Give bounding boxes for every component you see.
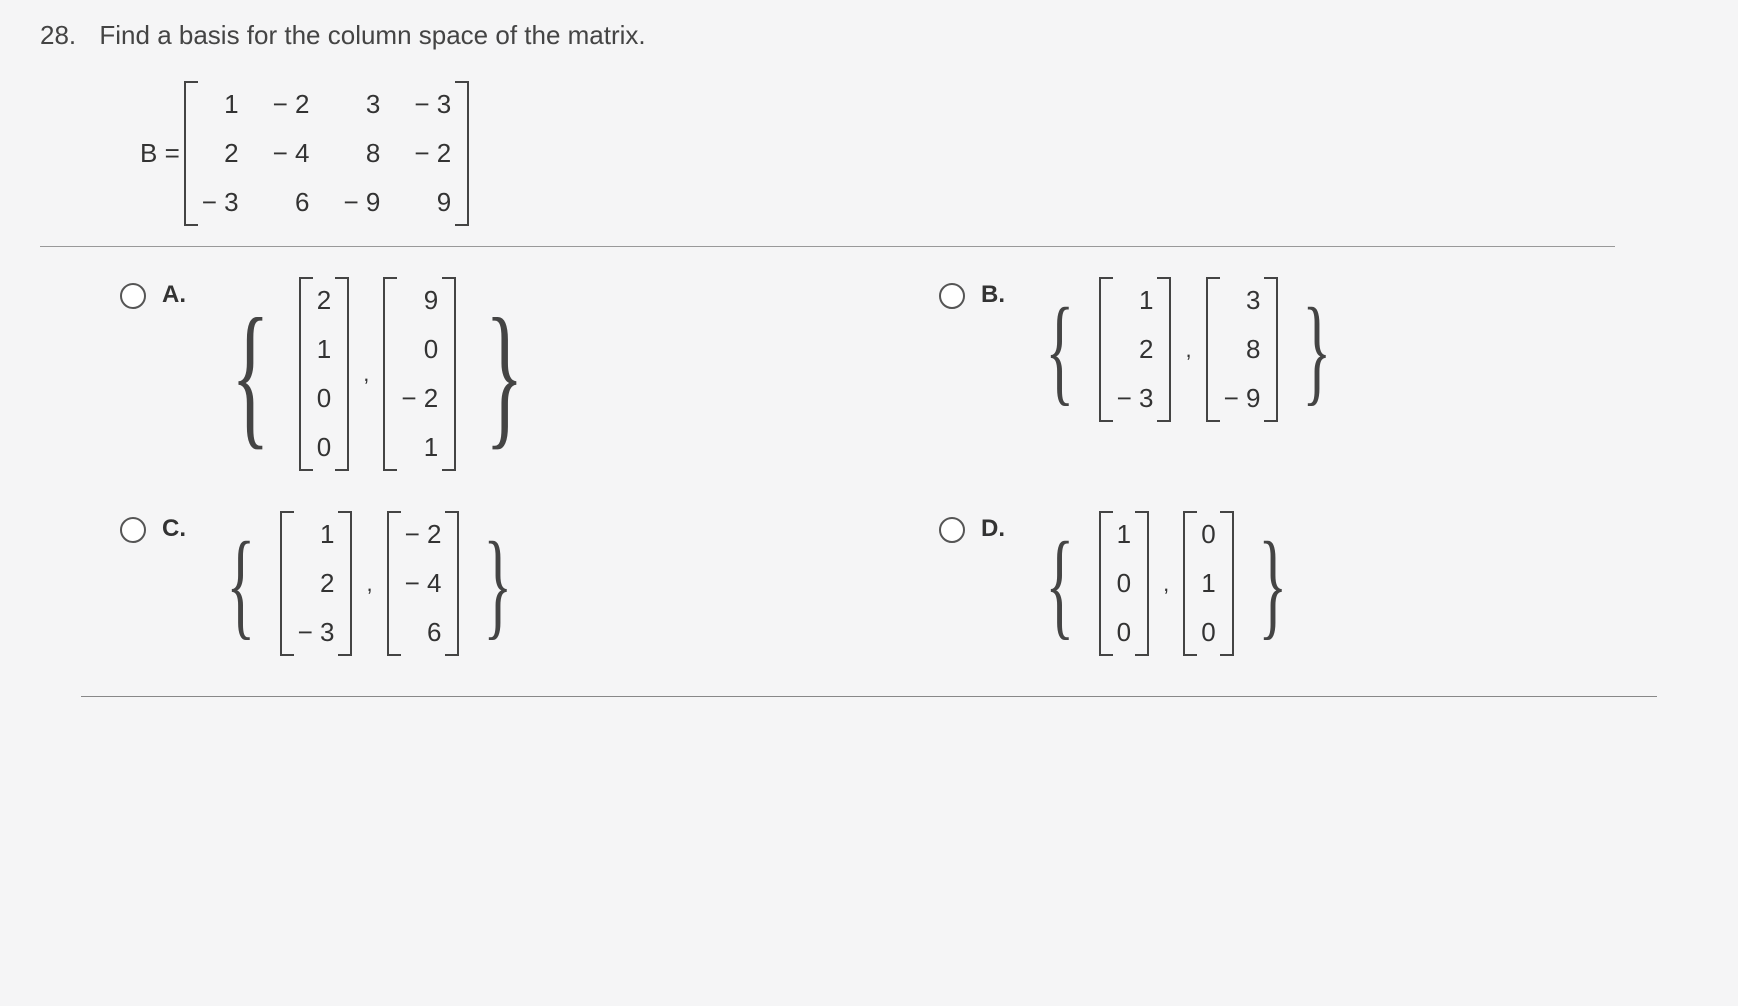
option-A[interactable]: A. { 2 1 0 0 , 9 0 − 2 1 } [120, 277, 879, 471]
left-brace-icon: { [226, 542, 255, 626]
vec-cell: 1 [317, 334, 331, 365]
vec-cell: 2 [1117, 334, 1154, 365]
vec-cell: 0 [1201, 519, 1215, 550]
matrix-cell: − 4 [273, 138, 310, 169]
vec-cell: 2 [298, 568, 335, 599]
matrix-cell: − 3 [414, 89, 451, 120]
comma: , [366, 571, 372, 597]
option-D-set: { 1 0 0 , 0 1 0 } [1031, 511, 1301, 656]
radio-D[interactable] [939, 517, 965, 543]
comma: , [363, 361, 369, 387]
vec-cell: 0 [1117, 617, 1131, 648]
option-C[interactable]: C. { 1 2 − 3 , − 2 − 4 6 } [120, 511, 879, 656]
vec-cell: − 3 [298, 617, 335, 648]
vector: 2 1 0 0 [299, 277, 349, 471]
matrix-cell: 9 [414, 187, 451, 218]
vec-cell: 1 [1117, 519, 1131, 550]
matrix-cell: 6 [273, 187, 310, 218]
radio-A[interactable] [120, 283, 146, 309]
vector: − 2 − 4 6 [387, 511, 460, 656]
option-C-set: { 1 2 − 3 , − 2 − 4 6 } [212, 511, 527, 656]
matrix-cell: − 2 [273, 89, 310, 120]
vec-cell: 8 [1224, 334, 1261, 365]
vec-cell: 2 [317, 285, 331, 316]
right-brace-icon: } [1303, 308, 1332, 392]
vec-cell: 3 [1224, 285, 1261, 316]
matrix-cell: − 3 [202, 187, 239, 218]
right-brace-icon: } [484, 542, 513, 626]
options-grid: A. { 2 1 0 0 , 9 0 − 2 1 } [120, 277, 1698, 656]
vector: 3 8 − 9 [1206, 277, 1279, 422]
option-B[interactable]: B. { 1 2 − 3 , 3 8 − 9 } [939, 277, 1698, 471]
vec-cell: − 3 [1117, 383, 1154, 414]
vec-cell: 0 [401, 334, 438, 365]
question-number: 28. [40, 20, 76, 50]
vec-cell: 0 [317, 432, 331, 463]
comma: , [1163, 571, 1169, 597]
left-brace-icon: { [1045, 308, 1074, 392]
right-brace-icon: } [1258, 542, 1287, 626]
option-D[interactable]: D. { 1 0 0 , 0 1 0 } [939, 511, 1698, 656]
comma: , [1185, 337, 1191, 363]
vec-cell: 1 [298, 519, 335, 550]
vector: 1 2 − 3 [280, 511, 353, 656]
left-brace-icon: { [1045, 542, 1074, 626]
vec-cell: 1 [1201, 568, 1215, 599]
question-header: 28. Find a basis for the column space of… [40, 20, 1698, 51]
vec-cell: 0 [1117, 568, 1131, 599]
vec-cell: 0 [1201, 617, 1215, 648]
radio-C[interactable] [120, 517, 146, 543]
vector: 1 2 − 3 [1099, 277, 1172, 422]
option-B-set: { 1 2 − 3 , 3 8 − 9 } [1031, 277, 1346, 422]
matrix-cell: 2 [202, 138, 239, 169]
vec-cell: − 4 [405, 568, 442, 599]
divider [40, 246, 1615, 247]
vec-cell: 9 [401, 285, 438, 316]
matrix-cell: 8 [344, 138, 381, 169]
vector: 0 1 0 [1183, 511, 1233, 656]
vector: 9 0 − 2 1 [383, 277, 456, 471]
vector: 1 0 0 [1099, 511, 1149, 656]
matrix-B: 1 − 2 3 − 3 2 − 4 8 − 2 − 3 6 − 9 9 [184, 81, 470, 226]
vec-cell: − 2 [405, 519, 442, 550]
vec-cell: − 2 [401, 383, 438, 414]
option-A-set: { 2 1 0 0 , 9 0 − 2 1 } [212, 277, 543, 471]
vec-cell: 0 [317, 383, 331, 414]
left-brace-icon: { [231, 318, 269, 430]
matrix-cell: − 9 [344, 187, 381, 218]
option-label-A: A. [162, 281, 186, 309]
vec-cell: 1 [1117, 285, 1154, 316]
option-label-D: D. [981, 515, 1005, 543]
vec-cell: 6 [405, 617, 442, 648]
matrix-cell: 1 [202, 89, 239, 120]
vec-cell: 1 [401, 432, 438, 463]
option-label-B: B. [981, 281, 1005, 309]
right-brace-icon: } [485, 318, 523, 430]
question-text: Find a basis for the column space of the… [99, 20, 645, 50]
matrix-definition: B = 1 − 2 3 − 3 2 − 4 8 − 2 − 3 6 − 9 9 [140, 81, 1698, 226]
option-label-C: C. [162, 515, 186, 543]
matrix-label: B = [140, 138, 180, 169]
vec-cell: − 9 [1224, 383, 1261, 414]
matrix-cell: 3 [344, 89, 381, 120]
matrix-cell: − 2 [414, 138, 451, 169]
bottom-divider [81, 696, 1656, 697]
radio-B[interactable] [939, 283, 965, 309]
